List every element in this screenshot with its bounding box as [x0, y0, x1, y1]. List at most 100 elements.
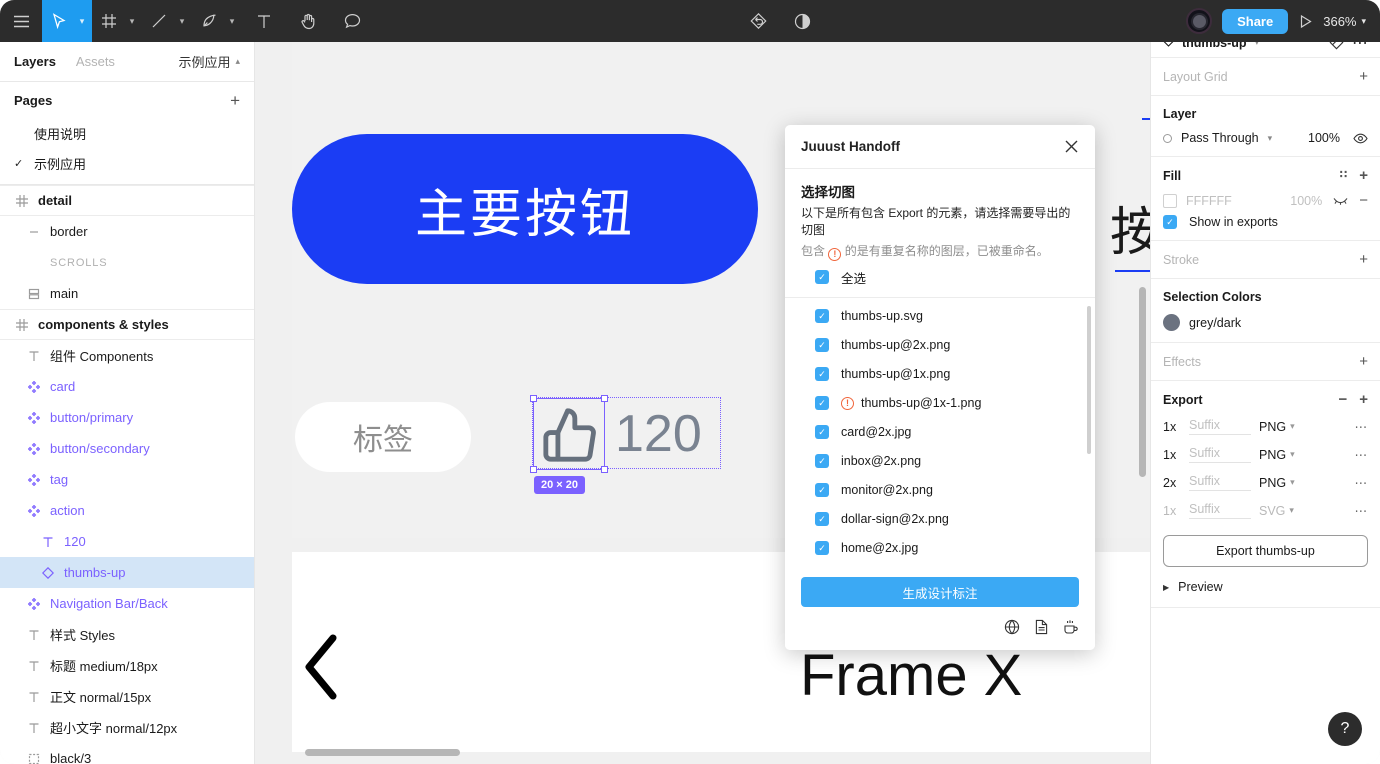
fill-color-swatch[interactable]	[1163, 193, 1177, 208]
show-in-exports-row[interactable]: ✓ Show in exports	[1163, 208, 1368, 229]
play-triangle-icon[interactable]	[1298, 14, 1313, 29]
export-format-select[interactable]: PNG ▾	[1259, 476, 1313, 490]
checkbox-checked-icon[interactable]: ✓	[815, 367, 829, 382]
page-item-demo[interactable]: ✓ 示例应用	[0, 148, 254, 178]
chevron-down-icon[interactable]: ▾	[124, 0, 140, 42]
layer-row[interactable]: 超小文字 normal/12px	[0, 712, 254, 743]
checkbox-checked-icon[interactable]: ✓	[815, 270, 829, 285]
export-file-row[interactable]: ✓ monitor@2x.png	[801, 476, 1079, 505]
layer-row[interactable]: components & styles	[0, 309, 254, 340]
export-suffix-input[interactable]: Suffix	[1189, 474, 1251, 491]
remove-fill-icon[interactable]: −	[1359, 193, 1368, 208]
page-item-instructions[interactable]: 使用说明	[0, 118, 254, 148]
export-setting-row[interactable]: 2x Suffix PNG ▾ ⋯	[1163, 474, 1368, 491]
close-x-icon[interactable]	[1064, 139, 1079, 154]
layer-opacity-value[interactable]: 100%	[1308, 131, 1340, 145]
layer-row[interactable]: action	[0, 495, 254, 526]
coffee-cup-icon[interactable]	[1063, 619, 1079, 640]
fill-styles-icon[interactable]: ∷	[1340, 170, 1348, 181]
checkbox-checked-icon[interactable]: ✓	[1163, 215, 1177, 229]
export-scale[interactable]: 1x	[1163, 504, 1181, 518]
layer-row[interactable]: Navigation Bar/Back	[0, 588, 254, 619]
checkbox-checked-icon[interactable]: ✓	[815, 541, 829, 556]
fill-opacity-value[interactable]: 100%	[1290, 194, 1322, 208]
selection-color-row[interactable]: grey/dark	[1163, 314, 1368, 331]
canvas-vertical-scrollbar[interactable]	[1139, 287, 1146, 477]
export-format-select[interactable]: SVG ▾	[1259, 504, 1313, 518]
checkbox-checked-icon[interactable]: ✓	[815, 425, 829, 440]
help-button[interactable]: ?	[1328, 712, 1362, 746]
layer-row[interactable]: detail	[0, 185, 254, 216]
canvas-selection-box[interactable]	[530, 395, 608, 473]
diamond-arrow-icon[interactable]	[736, 0, 780, 42]
layer-row[interactable]: button/primary	[0, 402, 254, 433]
add-export-icon[interactable]: +	[1359, 392, 1368, 407]
document-icon[interactable]	[1034, 619, 1049, 640]
layer-row[interactable]: 标题 medium/18px	[0, 650, 254, 681]
chevron-down-icon[interactable]: ▾	[224, 0, 240, 42]
export-suffix-input[interactable]: Suffix	[1189, 502, 1251, 519]
canvas-tag-component[interactable]: 标签	[295, 402, 471, 472]
export-file-row[interactable]: ✓! thumbs-up@1x-1.png	[801, 389, 1079, 418]
resize-handle-br[interactable]	[601, 466, 608, 473]
resize-handle-tr[interactable]	[601, 395, 608, 402]
preview-toggle[interactable]: ▶ Preview	[1151, 567, 1380, 607]
canvas-selection-group[interactable]: 120 20 × 20	[530, 395, 721, 494]
chevron-down-icon[interactable]: ▾	[1268, 133, 1273, 144]
export-file-row[interactable]: ✓card@1x.png	[801, 563, 1079, 569]
add-layout-grid-icon[interactable]: +	[1359, 69, 1368, 84]
export-setting-row[interactable]: 1x Suffix PNG ▾ ⋯	[1163, 446, 1368, 463]
checkbox-checked-icon[interactable]: ✓	[815, 338, 829, 353]
resize-handle-bl[interactable]	[530, 466, 537, 473]
zoom-level-control[interactable]: 366% ▾	[1323, 14, 1366, 29]
add-effect-icon[interactable]: +	[1359, 354, 1368, 369]
hamburger-menu-icon[interactable]	[0, 0, 42, 42]
export-format-select[interactable]: PNG ▾	[1259, 448, 1313, 462]
export-row-options-icon[interactable]: ⋯	[1355, 419, 1369, 434]
globe-icon[interactable]	[1004, 619, 1020, 640]
export-file-row[interactable]: ✓ dollar-sign@2x.png	[801, 505, 1079, 534]
half-circle-icon[interactable]	[780, 0, 824, 42]
canvas-primary-button[interactable]: 主要按钮	[292, 134, 758, 284]
export-file-row[interactable]: ✓ thumbs-up@1x.png	[801, 360, 1079, 389]
export-suffix-input[interactable]: Suffix	[1189, 418, 1251, 435]
export-scale[interactable]: 1x	[1163, 448, 1181, 462]
modal-list-scrollbar[interactable]	[1087, 305, 1091, 454]
chevron-down-icon[interactable]: ▾	[174, 0, 190, 42]
tab-layers[interactable]: Layers	[14, 54, 56, 69]
export-scale[interactable]: 1x	[1163, 420, 1181, 434]
user-avatar[interactable]	[1186, 8, 1213, 34]
export-row-options-icon[interactable]: ⋯	[1355, 503, 1369, 518]
export-scale[interactable]: 2x	[1163, 476, 1181, 490]
move-tool[interactable]: ▾	[42, 0, 92, 42]
text-tool[interactable]	[242, 0, 286, 42]
layer-row[interactable]: main	[0, 278, 254, 309]
add-page-icon[interactable]: +	[230, 92, 240, 109]
export-file-row[interactable]: ✓ inbox@2x.png	[801, 447, 1079, 476]
checkbox-checked-icon[interactable]: ✓	[815, 396, 829, 411]
export-file-row[interactable]: ✓ home@2x.jpg	[801, 534, 1079, 563]
selection-color-swatch[interactable]	[1163, 314, 1180, 331]
page-selector[interactable]: 示例应用 ▴	[178, 52, 240, 71]
fill-hex-value[interactable]: FFFFFF	[1186, 194, 1232, 208]
layer-row[interactable]: card	[0, 371, 254, 402]
visibility-eye-icon[interactable]	[1353, 133, 1368, 144]
remove-export-icon[interactable]: −	[1338, 392, 1347, 407]
comment-tool[interactable]	[330, 0, 374, 42]
export-file-row[interactable]: ✓ thumbs-up@2x.png	[801, 331, 1079, 360]
layer-row[interactable]: black/3	[0, 743, 254, 764]
layer-row[interactable]: border	[0, 216, 254, 247]
shape-tool[interactable]: ▾	[142, 0, 192, 42]
export-setting-row[interactable]: 1x Suffix SVG ▾ ⋯	[1163, 502, 1368, 519]
export-file-row[interactable]: ✓ card@2x.jpg	[801, 418, 1079, 447]
layer-row[interactable]: button/secondary	[0, 433, 254, 464]
export-file-list[interactable]: ✓ thumbs-up.svg ✓ thumbs-up@2x.png ✓ thumbs-u…	[785, 302, 1095, 569]
add-stroke-icon[interactable]: +	[1359, 252, 1368, 267]
layer-row[interactable]: tag	[0, 464, 254, 495]
export-format-select[interactable]: PNG ▾	[1259, 420, 1313, 434]
tab-assets[interactable]: Assets	[76, 54, 115, 69]
export-setting-row[interactable]: 1x Suffix PNG ▾ ⋯	[1163, 418, 1368, 435]
select-all-row[interactable]: ✓ 全选	[801, 261, 1079, 297]
export-file-row[interactable]: ✓ thumbs-up.svg	[801, 302, 1079, 331]
export-row-options-icon[interactable]: ⋯	[1355, 475, 1369, 490]
